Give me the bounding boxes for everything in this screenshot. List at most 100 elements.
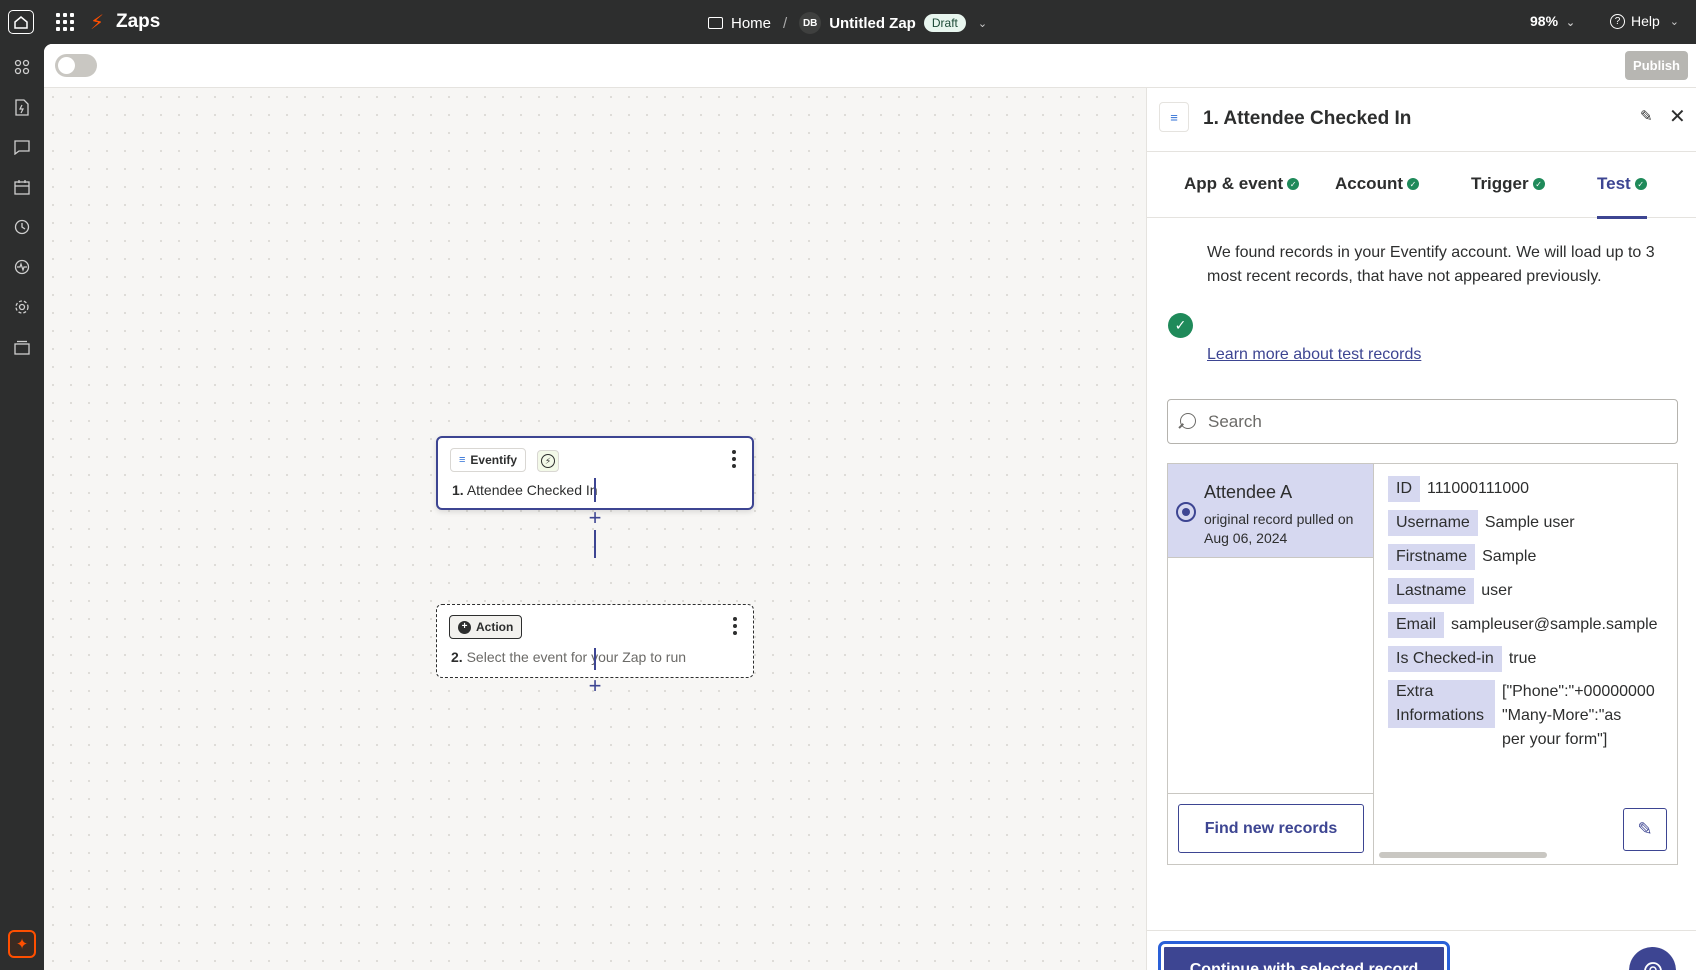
zap-canvas[interactable]: ≡ Eventify ⚡ 1. Attendee Checked In + + … [44, 88, 1146, 970]
list-item[interactable]: Attendee A original record pulled on Aug… [1168, 464, 1373, 558]
field-value: true [1508, 650, 1537, 667]
eventify-logo-icon: ≡ [459, 454, 466, 466]
zoom-level[interactable]: 98% ⌄ [1530, 13, 1575, 29]
search-icon [1180, 413, 1196, 429]
field-value: 111000111000 [1427, 480, 1530, 497]
field-key: Is Checked-in [1388, 646, 1502, 672]
trigger-step-label: 1. Attendee Checked In [452, 482, 598, 498]
editor-toolbar: Publish [44, 44, 1696, 88]
field-key: Extra Informations [1388, 680, 1495, 728]
app-title[interactable]: Zaps [116, 11, 160, 33]
step-number: 2. [451, 649, 463, 665]
step-connector [594, 530, 596, 558]
chat-icon[interactable] [13, 138, 31, 156]
step-connector [594, 648, 596, 670]
tab-label: App & event [1184, 174, 1284, 193]
calendar-icon[interactable] [13, 178, 31, 196]
zap-bolt-icon: ⚡ [90, 12, 105, 34]
add-step-plus-icon[interactable]: + [585, 675, 605, 697]
learn-more-link[interactable]: Learn more about test records [1207, 346, 1421, 364]
zap-name[interactable]: Untitled Zap [829, 15, 916, 32]
tab-trigger[interactable]: Trigger ✓ [1471, 174, 1545, 216]
record-detail: ID 111000111000 Username Sample user Fir… [1375, 464, 1677, 864]
field-value: sampleuser@sample.sample [1451, 616, 1658, 633]
step-title: Attendee Checked In [466, 482, 598, 498]
breadcrumb: Home / DB Untitled Zap Draft ⌄ [708, 12, 987, 34]
help-label: Help [1631, 13, 1660, 29]
chevron-down-icon: ⌄ [1669, 15, 1680, 28]
horizontal-scrollbar[interactable] [1379, 852, 1547, 858]
zap-file-icon[interactable] [13, 98, 31, 116]
step-title: Select the event for your Zap to run [466, 649, 687, 665]
records-box: Attendee A original record pulled on Aug… [1167, 463, 1678, 865]
field-key: Username [1388, 510, 1478, 536]
tab-test[interactable]: Test ✓ [1597, 174, 1647, 219]
ai-copilot-icon[interactable]: ✦ [8, 930, 36, 958]
history-icon[interactable] [13, 218, 31, 236]
field-key: Lastname [1388, 578, 1475, 604]
more-options-icon[interactable] [732, 450, 736, 468]
edit-record-icon[interactable]: ✎ [1623, 808, 1667, 851]
field-row: ID 111000111000 [1388, 476, 1529, 502]
publish-button[interactable]: Publish [1625, 51, 1688, 80]
tab-account[interactable]: Account ✓ [1335, 174, 1419, 216]
eventify-logo-icon: ≡ [1159, 102, 1189, 132]
left-sidebar: ✦ [0, 44, 44, 970]
success-check-icon: ✓ [1168, 313, 1193, 338]
pencil-icon[interactable]: ✎ [1640, 107, 1653, 125]
field-key: ID [1388, 476, 1420, 502]
field-row: Extra Informations ["Phone":"+00000000 "… [1388, 680, 1655, 752]
add-step-plus-icon[interactable]: + [585, 507, 605, 529]
bolt-icon: ⚡ [541, 454, 555, 468]
home-icon[interactable] [8, 10, 34, 34]
field-row: Firstname Sample [1388, 544, 1536, 570]
field-value: ["Phone":"+00000000 "Many-More":"as per … [1502, 683, 1655, 748]
found-records-message: We found records in your Eventify accoun… [1207, 244, 1655, 285]
help-menu[interactable]: ? Help ⌄ [1610, 13, 1679, 29]
record-subtitle: original record pulled on Aug 06, 2024 [1204, 511, 1354, 546]
tab-label: Test [1597, 174, 1631, 193]
check-icon: ✓ [1532, 178, 1545, 190]
more-options-icon[interactable] [733, 617, 737, 635]
check-icon: ✓ [1407, 178, 1419, 190]
field-key: Email [1388, 612, 1445, 638]
trigger-app-chip: ≡ Eventify [450, 448, 527, 472]
check-icon: ✓ [1287, 178, 1300, 190]
tab-app-event[interactable]: App & event ✓ [1184, 174, 1300, 216]
breadcrumb-home[interactable]: Home [731, 15, 771, 32]
find-new-records-button[interactable]: Find new records [1178, 804, 1364, 853]
tab-label: Trigger [1471, 174, 1529, 193]
close-icon[interactable]: ✕ [1669, 104, 1686, 129]
trigger-app-name: Eventify [470, 453, 518, 467]
divider [1168, 793, 1374, 794]
tab-label: Account [1335, 174, 1403, 193]
field-row: Is Checked-in true [1388, 646, 1536, 672]
step-number: 1. [452, 482, 464, 498]
zap-on-off-toggle[interactable] [55, 54, 97, 77]
app-grid-icon[interactable] [56, 13, 74, 31]
search-input[interactable] [1208, 400, 1668, 443]
folder-icon [708, 17, 723, 29]
archive-icon[interactable] [13, 338, 31, 356]
continue-button[interactable]: Continue with selected record [1158, 941, 1450, 970]
field-value: user [1481, 582, 1513, 599]
field-value: Sample user [1484, 514, 1575, 531]
step-detail-panel: ≡ 1. Attendee Checked In ✎ ✕ App & event… [1146, 88, 1696, 970]
apps-icon[interactable] [13, 58, 31, 76]
chevron-down-icon: ⌄ [1565, 17, 1576, 29]
settings-icon[interactable] [13, 298, 31, 316]
activity-icon[interactable] [13, 258, 31, 276]
record-list: Attendee A original record pulled on Aug… [1168, 464, 1374, 864]
field-row: Lastname user [1388, 578, 1512, 604]
status-badge: Draft [923, 14, 966, 32]
panel-header: ≡ 1. Attendee Checked In ✎ ✕ [1147, 88, 1696, 152]
panel-title: 1. Attendee Checked In [1203, 108, 1412, 129]
top-bar: ⚡ Zaps Home / DB Untitled Zap Draft ⌄ 98… [0, 0, 1696, 44]
record-search [1167, 399, 1678, 444]
record-radio[interactable] [1176, 502, 1196, 522]
record-name: Attendee A [1204, 482, 1293, 502]
action-step-label: 2. Select the event for your Zap to run [451, 649, 686, 665]
avatar: DB [799, 12, 822, 34]
action-chip-label: Action [476, 620, 514, 634]
chevron-down-icon[interactable]: ⌄ [978, 17, 987, 30]
